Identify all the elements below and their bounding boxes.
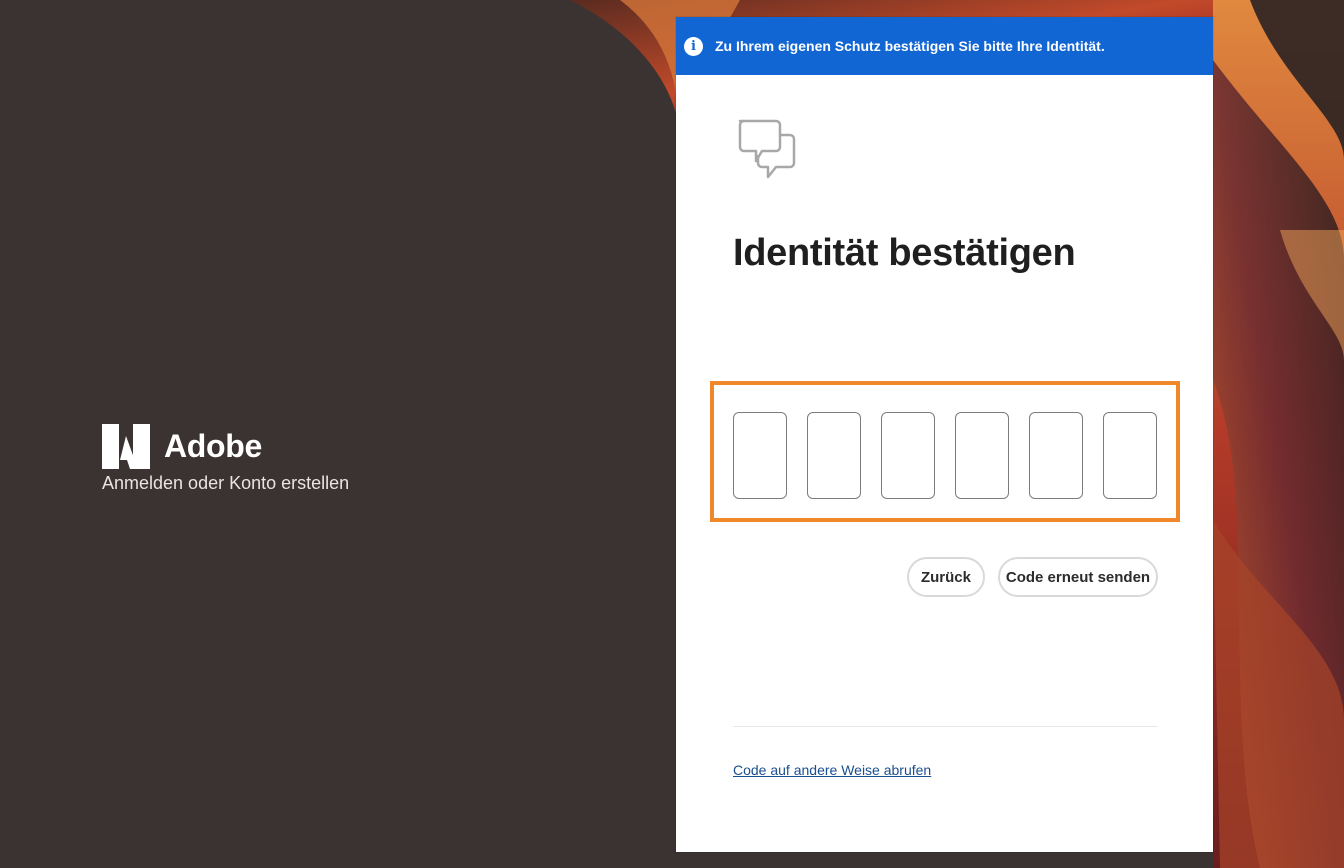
banner-text: Zu Ihrem eigenen Schutz bestätigen Sie b… <box>715 38 1105 54</box>
verification-card: i Zu Ihrem eigenen Schutz bestätigen Sie… <box>676 17 1213 852</box>
chat-bubbles-icon <box>738 119 796 179</box>
brand-row: Adobe <box>102 424 349 469</box>
divider <box>733 726 1158 727</box>
code-digit-6[interactable] <box>1103 412 1157 499</box>
code-digit-1[interactable] <box>733 412 787 499</box>
brand-block: Adobe Anmelden oder Konto erstellen <box>102 424 349 494</box>
code-digit-3[interactable] <box>881 412 935 499</box>
brand-name: Adobe <box>164 428 263 464</box>
back-button[interactable]: Zurück <box>907 557 985 597</box>
adobe-logo-icon <box>102 424 150 469</box>
page-title: Identität bestätigen <box>733 232 1076 274</box>
info-icon: i <box>684 36 703 56</box>
code-input-group <box>710 381 1180 522</box>
code-digit-4[interactable] <box>955 412 1009 499</box>
resend-code-button[interactable]: Code erneut senden <box>998 557 1158 597</box>
code-digit-5[interactable] <box>1029 412 1083 499</box>
brand-tagline: Anmelden oder Konto erstellen <box>102 473 350 493</box>
info-banner: i Zu Ihrem eigenen Schutz bestätigen Sie… <box>676 17 1213 75</box>
alternate-method-link[interactable]: Code auf andere Weise abrufen <box>733 762 931 778</box>
code-digit-2[interactable] <box>807 412 861 499</box>
